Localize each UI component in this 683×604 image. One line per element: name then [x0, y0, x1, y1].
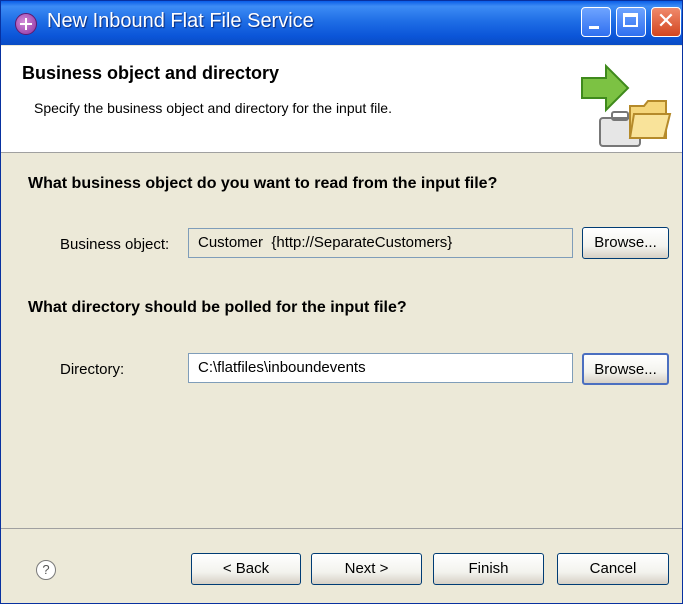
business-object-label: Business object: [60, 236, 170, 253]
window-title: New Inbound Flat File Service [47, 10, 314, 32]
minimize-button[interactable] [581, 7, 611, 37]
browse-business-object-button[interactable]: Browse... [582, 227, 669, 259]
wizard-header: Business object and directory Specify th… [1, 46, 682, 153]
folder-arrow-icon [581, 63, 672, 147]
cancel-button[interactable]: Cancel [557, 553, 669, 585]
app-icon [15, 13, 37, 35]
browse-directory-button[interactable]: Browse... [582, 353, 669, 385]
back-button[interactable]: < Back [191, 553, 301, 585]
minimize-icon [589, 26, 599, 29]
page-title: Business object and directory [22, 63, 280, 83]
page-description: Specify the business object and director… [34, 100, 392, 116]
close-icon: ✕ [656, 9, 676, 34]
directory-input[interactable]: C:\flatfiles\inboundevents [188, 353, 573, 383]
help-icon[interactable]: ? [36, 560, 56, 580]
title-bar[interactable]: New Inbound Flat File Service ✕ [1, 1, 682, 45]
wizard-window: New Inbound Flat File Service ✕ Business… [0, 0, 683, 604]
wizard-content: What business object do you want to read… [1, 153, 682, 528]
business-object-question: What business object do you want to read… [28, 175, 498, 192]
finish-button[interactable]: Finish [433, 553, 544, 585]
maximize-button[interactable] [616, 7, 646, 37]
close-button[interactable]: ✕ [651, 7, 681, 37]
next-button[interactable]: Next > [311, 553, 422, 585]
maximize-icon [623, 13, 638, 27]
directory-label: Directory: [60, 361, 125, 378]
wizard-footer: ? < Back Next > Finish Cancel [1, 528, 682, 603]
directory-question: What directory should be polled for the … [28, 299, 407, 316]
business-object-field: Customer {http://SeparateCustomers} [188, 228, 573, 258]
